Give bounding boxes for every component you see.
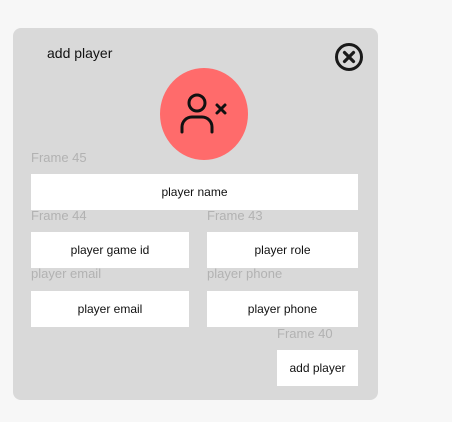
player-name-input[interactable] <box>31 174 358 210</box>
close-icon[interactable] <box>334 42 364 72</box>
player-email-label: player email <box>31 266 102 281</box>
user-remove-icon <box>180 93 227 134</box>
player-email-input[interactable] <box>31 291 189 327</box>
player-phone-label: player phone <box>207 266 283 281</box>
add-player-button[interactable]: add player <box>277 350 358 386</box>
frame-45-label: Frame 45 <box>31 150 87 165</box>
modal-title: add player <box>47 45 113 61</box>
avatar <box>160 68 248 160</box>
frame-43-label: Frame 43 <box>207 208 263 223</box>
player-role-input[interactable] <box>207 232 358 268</box>
frame-44-label: Frame 44 <box>31 208 87 223</box>
player-game-id-input[interactable] <box>31 232 189 268</box>
frame-40-label: Frame 40 <box>277 326 333 341</box>
player-phone-input[interactable] <box>207 291 358 327</box>
